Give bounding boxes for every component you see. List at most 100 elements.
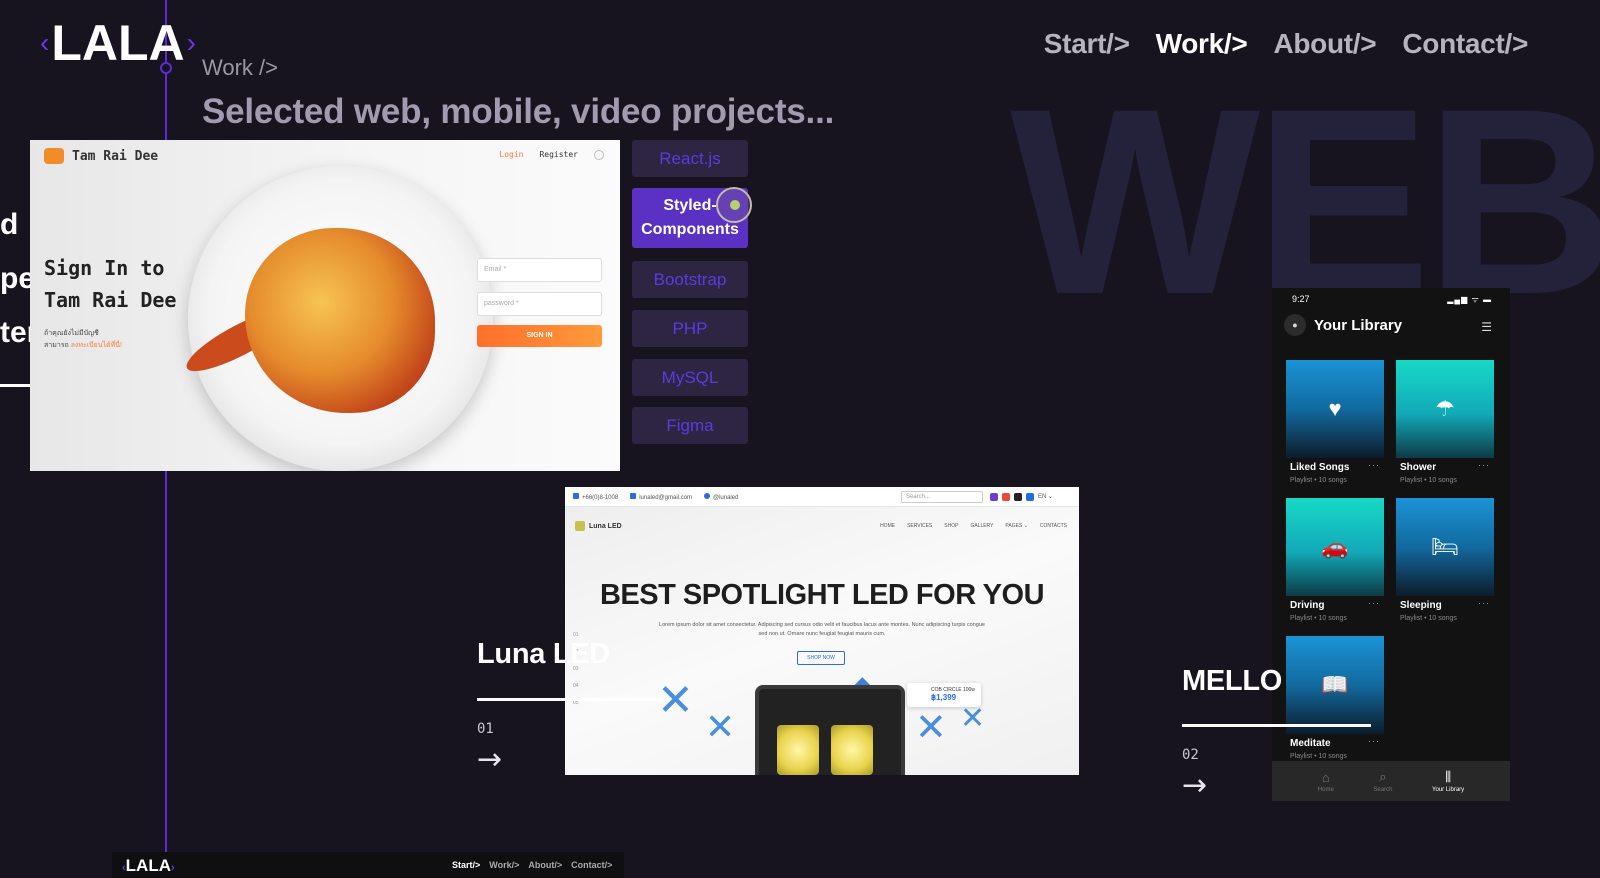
nav-work[interactable]: Work/>	[1156, 28, 1248, 60]
tile-sub: Playlist • 10 songs	[1290, 477, 1347, 484]
tag-php[interactable]: PHP	[632, 310, 748, 347]
arrow-right-icon[interactable]: →	[1182, 771, 1207, 801]
tam-email-field: Email *	[477, 258, 602, 282]
project-mello-underline	[1182, 724, 1371, 727]
arrow-right-icon[interactable]: →	[477, 745, 502, 775]
preview-nav-item: About/>	[528, 860, 563, 870]
preview-logo-text: LALA	[125, 856, 171, 875]
tam-signin-title: Sign In to Tam Rai Dee	[44, 252, 176, 316]
led-lamp	[831, 725, 873, 775]
tam-register-hint: ถ้าคุณยังไม่มีบัญชี สามารถ ลงทะเบียนได้ท…	[44, 328, 122, 352]
nav-about[interactable]: About/>	[1273, 28, 1376, 60]
project-mello-title[interactable]: MELLO	[1182, 665, 1282, 698]
luna-hero-title: BEST SPOTLIGHT LED FOR YOU	[599, 579, 1045, 611]
tam-theme-icon	[594, 150, 604, 160]
portfolio-page: WEB ‹ LALA › Start/> Work/> About/> Cont…	[0, 0, 1600, 878]
tile-sub: Playlist • 10 songs	[1290, 753, 1347, 760]
preview-nav: Start/> Work/> About/> Contact/>	[452, 860, 612, 870]
tam-hint-line-1: ถ้าคุณยังไม่มีบัญชี	[44, 330, 99, 337]
mello-header-title: Your Library	[1314, 316, 1403, 334]
luna-menu-item: GALLERY	[970, 523, 994, 529]
tile-name: Driving	[1290, 600, 1325, 611]
logo-bracket-right: ›	[186, 27, 196, 58]
luna-hero-text: Lorem ipsum dolor sit amet consectetur. …	[659, 622, 985, 637]
luna-brand-text: Luna LED	[589, 522, 622, 530]
nav-contact[interactable]: Contact/>	[1402, 28, 1528, 60]
tab-home: ⌂ Home	[1318, 770, 1334, 793]
led-lamp	[777, 725, 819, 775]
tam-title-line-2: Tam Rai Dee	[44, 288, 177, 312]
tag-reactjs[interactable]: React.js	[632, 140, 748, 177]
tile-sub: Playlist • 10 songs	[1400, 615, 1457, 622]
luna-brand: Luna LED	[575, 521, 622, 531]
luna-menu-item: PAGES ⌄	[1005, 523, 1028, 529]
led-product-image	[755, 685, 905, 775]
user-icon: ●	[1284, 314, 1306, 336]
project-luna-title[interactable]: Luna LED	[477, 638, 610, 671]
tam-hint-prefix: สามารถ	[44, 342, 69, 349]
more-icon: ···	[1368, 460, 1380, 470]
mello-header: ● Your Library	[1284, 314, 1402, 336]
social-icon-3	[1014, 493, 1022, 501]
tile-sub: Playlist • 10 songs	[1400, 477, 1457, 484]
luna-menu-item: SHOP	[944, 523, 959, 529]
luna-menu-item: CONTACTS	[1039, 523, 1067, 529]
list-menu-icon: ☰	[1481, 320, 1492, 334]
luna-shop-button: SHOP NOW	[797, 651, 845, 665]
tile-sub: Playlist • 10 songs	[1290, 615, 1347, 622]
tam-password-field: password *	[477, 292, 602, 316]
project-lunaled-screenshot[interactable]: +66(0)8-1008 lunaled@gmail.com @lunaled …	[565, 487, 1079, 775]
social-icon-4	[1026, 493, 1034, 501]
project-tamraidee-screenshot[interactable]: Tam Rai Dee Login Register Sign In to Ta…	[30, 140, 620, 471]
x-decoration-icon: ✕	[915, 705, 947, 749]
luna-phone: +66(0)8-1008	[573, 492, 619, 501]
page-subtitle: Selected web, mobile, video projects...	[202, 92, 835, 131]
search-icon: ⌕	[1379, 769, 1387, 784]
tab-search: ⌕ Search	[1373, 769, 1392, 793]
tam-register-link: Register	[539, 150, 578, 159]
more-icon: ···	[1478, 460, 1490, 470]
luna-menu: HOME SERVICES SHOP GALLERY PAGES ⌄ CONTA…	[880, 523, 1067, 529]
logo-bracket-left: ‹	[40, 27, 50, 58]
site-logo[interactable]: ‹ LALA ›	[38, 14, 198, 72]
tag-mysql[interactable]: MySQL	[632, 359, 748, 396]
luna-email: lunaled@gmail.com	[630, 492, 692, 501]
tab-home-label: Home	[1317, 786, 1334, 793]
project-preview-thumbnail[interactable]: ‹LALA› Start/> Work/> About/> Contact/>	[112, 852, 624, 878]
project-luna-underline	[477, 698, 666, 701]
heart-icon: ♥	[1286, 360, 1384, 458]
mello-status-icons: ▂▄▆ ᯤ ▬	[1447, 295, 1492, 304]
tile-name: Shower	[1400, 462, 1437, 473]
more-icon: ···	[1478, 598, 1490, 608]
nav-start[interactable]: Start/>	[1044, 28, 1130, 60]
tam-title-line-1: Sign In to	[44, 256, 165, 280]
luna-email-text: lunaled@gmail.com	[639, 494, 692, 501]
home-icon: ⌂	[1321, 769, 1330, 785]
preview-bracket-right: ›	[171, 862, 175, 874]
tile-name: Sleeping	[1400, 600, 1442, 611]
phone-icon	[573, 492, 579, 499]
luna-phone-text: +66(0)8-1008	[582, 494, 619, 501]
luna-product-price: ฿1,399	[931, 693, 957, 702]
luna-line: @lunaled	[703, 492, 738, 501]
mello-tabbar: ⌂ Home ⌕ Search ⫼ Your Library	[1272, 761, 1510, 801]
luna-product-card: COB CIRCLE 100w ฿1,399	[907, 683, 981, 707]
custom-cursor	[716, 187, 752, 223]
luna-navbar: Luna LED HOME SERVICES SHOP GALLERY PAGE…	[565, 517, 1079, 535]
shower-icon: ☂	[1396, 360, 1494, 458]
tam-signin-button: SIGN IN	[477, 325, 602, 347]
mail-icon	[630, 492, 637, 499]
car-icon: 🚗	[1286, 498, 1384, 596]
project-luna-number: 01	[477, 721, 494, 737]
more-icon: ···	[1368, 598, 1380, 608]
tile-name: Liked Songs	[1290, 462, 1350, 473]
luna-lang: EN ⌄	[1038, 494, 1054, 500]
tab-search-label: Search	[1373, 787, 1393, 793]
tab-library-label: Your Library	[1432, 787, 1465, 793]
luna-menu-item: SERVICES	[907, 523, 933, 529]
tag-bootstrap[interactable]: Bootstrap	[632, 261, 748, 298]
preview-nav-item: Work/>	[489, 860, 520, 870]
luna-search-input: Search...	[901, 491, 983, 503]
tag-figma[interactable]: Figma	[632, 407, 748, 444]
breadcrumb: Work />	[202, 55, 279, 80]
